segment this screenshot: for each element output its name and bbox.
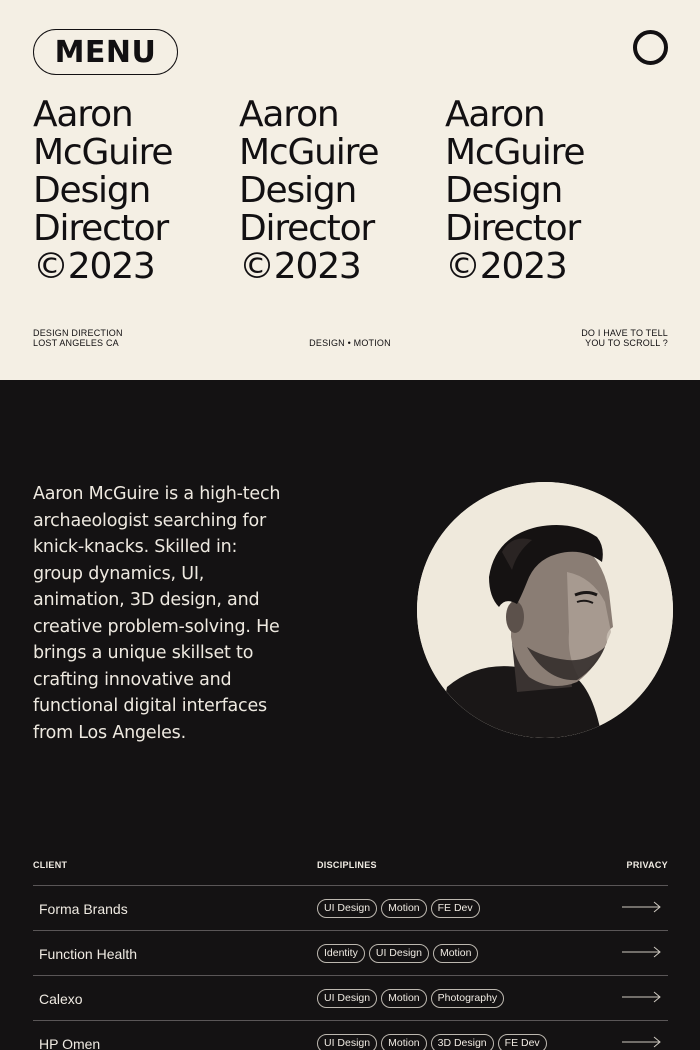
bio-line: group dynamics, UI, [33,563,205,584]
title-line: Director [239,208,375,249]
title-line: Aaron [239,94,340,135]
discipline-tags: UI Design Motion 3D Design FE Dev [317,1034,547,1050]
bio-line: brings a unique skillset to [33,643,254,663]
title-line: McGuire [239,132,380,173]
discipline-tag: FE Dev [497,1034,547,1050]
discipline-tag: UI Design [317,1034,378,1050]
client-name: Forma Brands [39,901,128,917]
bio-line: animation, 3D design, and [33,590,260,610]
bio-line: creative problem-solving. He [33,616,280,637]
arrow-right-icon[interactable] [622,945,662,959]
discipline-tag: Photography [430,989,505,1008]
scroll-line: YOU TO SCROLL ? [585,338,668,348]
discipline-tag: Motion [432,944,479,963]
arrow-right-icon[interactable] [622,900,662,914]
title-line: Design [33,170,151,211]
table-row[interactable]: HP Omen UI Design Motion 3D Design FE De… [33,1020,668,1050]
title-line: McGuire [33,132,174,173]
bio-line: knick-knacks. Skilled in: [33,537,238,557]
about-section: Aaron McGuire is a high-tech archaeologi… [0,380,700,1050]
col-privacy: PRIVACY [626,860,668,870]
discipline-tag: Motion [381,989,427,1008]
title-line: Aaron [445,94,546,135]
client-name: HP Omen [39,1036,101,1050]
title-line: McGuire [445,132,586,173]
discipline-tag: Motion [381,1034,427,1050]
arrow-right-icon[interactable] [622,1035,662,1049]
scroll-hint: DO I HAVE TO TELL YOU TO SCROLL ? [581,328,668,348]
discipline-tag: UI Design [317,989,378,1008]
table-row[interactable]: Function Health Identity UI Design Motio… [33,930,668,975]
discipline-tag: Motion [381,899,427,918]
table-header: CLIENT DISCIPLINES PRIVACY [33,860,668,886]
portrait-image [417,482,673,738]
client-name: Calexo [39,991,83,1007]
col-disciplines: DISCIPLINES [317,860,377,870]
discipline-tag: FE Dev [430,899,480,918]
hero-section: MENU Aaron McGuire Design Director ©2023… [0,0,700,380]
discipline-tag: UI Design [317,899,378,918]
bio-line: functional digital interfaces [33,696,267,716]
discipline-tags: Identity UI Design Motion [317,944,479,963]
bio-text: Aaron McGuire is a high-tech archaeologi… [33,481,323,746]
title-line: ©2023 [33,246,156,287]
bio-line: archaeologist searching for [33,510,266,531]
title-line: Design [445,170,563,211]
bio-line: from Los Angeles. [33,722,186,743]
title-line: Director [33,208,169,249]
bio-line: Aaron McGuire is a high-tech [33,484,281,504]
col-client: CLIENT [33,860,68,870]
circle-icon[interactable] [633,30,668,65]
title-line: ©2023 [239,246,362,287]
discipline-tag: Identity [317,944,365,963]
discipline-tags: UI Design Motion Photography [317,989,505,1008]
arrow-right-icon[interactable] [622,990,662,1004]
location-line: DESIGN DIRECTION [33,328,123,338]
discipline-tag: 3D Design [430,1034,494,1050]
bio-line: crafting innovative and [33,669,232,690]
hero-title: Aaron McGuire Design Director ©2023 [239,94,380,287]
hero-title: Aaron McGuire Design Director ©2023 [33,94,174,287]
discipline-tags: UI Design Motion FE Dev [317,899,480,918]
title-line: ©2023 [445,246,568,287]
scroll-line: DO I HAVE TO TELL [581,328,668,338]
table-row[interactable]: Calexo UI Design Motion Photography [33,975,668,1020]
title-line: Aaron [33,94,134,135]
title-line: Director [445,208,581,249]
menu-button[interactable]: MENU [33,29,178,75]
table-row[interactable]: Forma Brands UI Design Motion FE Dev [33,885,668,930]
hero-title: Aaron McGuire Design Director ©2023 [445,94,586,287]
title-line: Design [239,170,357,211]
discipline-tag: UI Design [368,944,429,963]
client-name: Function Health [39,946,138,962]
